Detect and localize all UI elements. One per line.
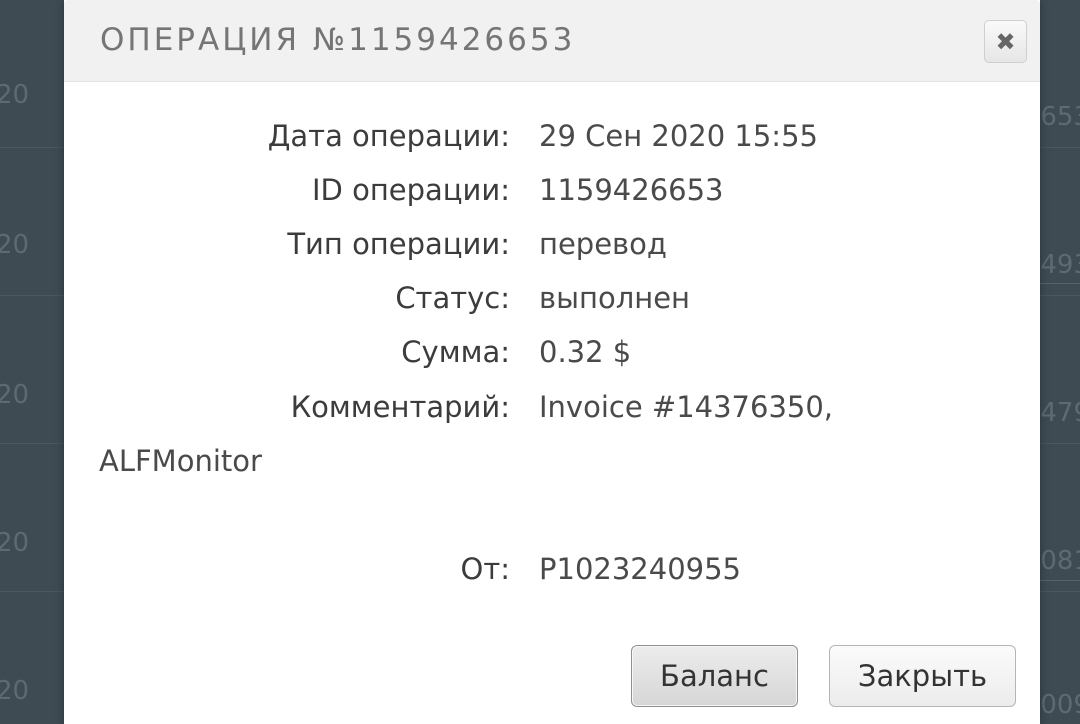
- from-label: От:: [460, 552, 511, 586]
- comment-value: Invoice #14376350,: [539, 390, 834, 424]
- background-text: 009: [1040, 690, 1080, 720]
- background-text: 20: [0, 380, 30, 410]
- close-icon[interactable]: ✖: [984, 20, 1027, 63]
- comment-label: Комментарий:: [290, 390, 510, 424]
- background-text: 653: [1040, 102, 1080, 132]
- date-value: 29 Сен 2020 15:55: [539, 119, 818, 153]
- status-label: Статус:: [395, 281, 510, 315]
- id-label: ID операции:: [311, 173, 510, 207]
- amount-label: Сумма:: [401, 335, 510, 369]
- background-text: 20: [0, 80, 30, 110]
- background-text: 20: [0, 676, 30, 706]
- close-button[interactable]: Закрыть: [829, 645, 1016, 707]
- balance-button[interactable]: Баланс: [631, 645, 798, 707]
- comment-value-continued: ALFMonitor: [99, 444, 262, 478]
- background-text: 20: [0, 528, 30, 558]
- amount-value: 0.32 $: [539, 335, 632, 369]
- from-value: P1023240955: [539, 552, 741, 586]
- status-value: выполнен: [539, 281, 690, 315]
- date-label: Дата операции:: [267, 119, 510, 153]
- background-text: 493: [1040, 250, 1080, 280]
- dialog-header: ОПЕРАЦИЯ №1159426653 ✖: [64, 0, 1040, 82]
- background-text: 081: [1040, 546, 1080, 576]
- dialog-title: ОПЕРАЦИЯ №1159426653: [100, 22, 576, 58]
- operation-dialog: ОПЕРАЦИЯ №1159426653 ✖ Дата операции: 29…: [64, 0, 1040, 724]
- background-text: 479: [1040, 398, 1080, 428]
- id-value: 1159426653: [539, 173, 724, 207]
- background-text: 20: [0, 230, 30, 260]
- type-value: перевод: [539, 227, 667, 261]
- type-label: Тип операции:: [287, 227, 510, 261]
